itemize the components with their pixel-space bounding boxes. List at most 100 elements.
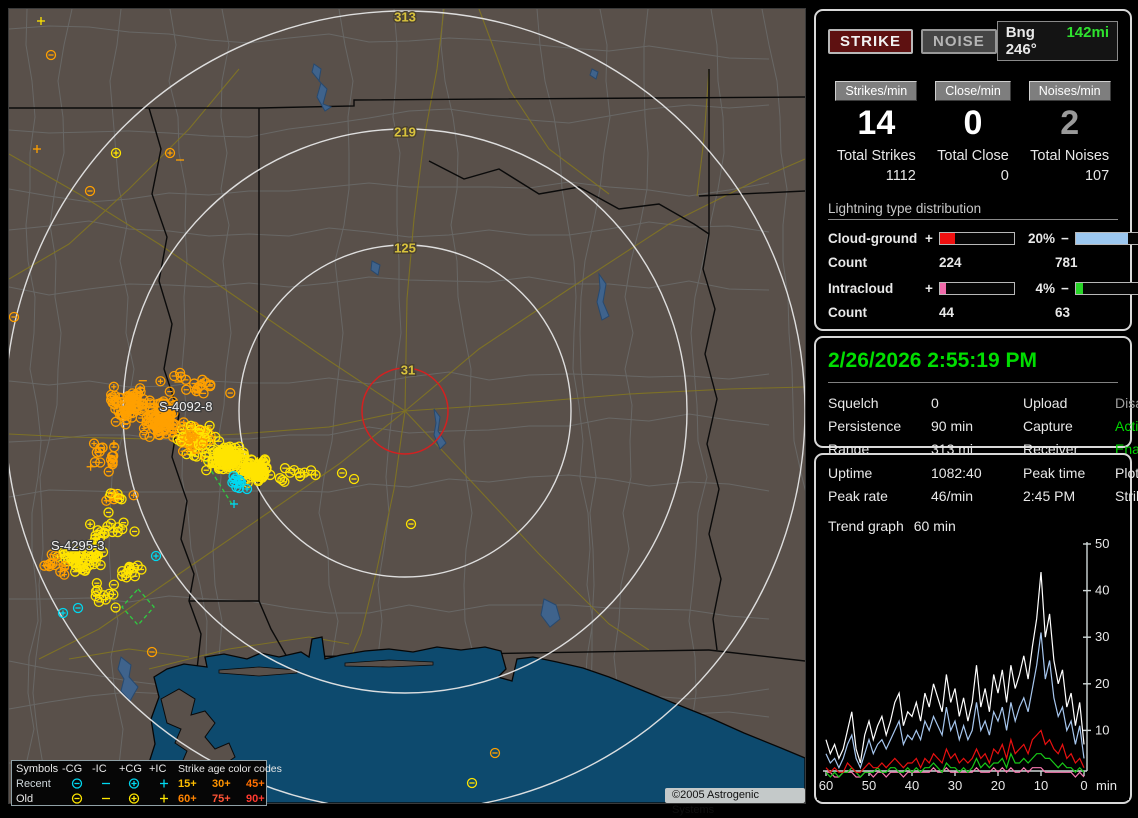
close-per-min-value: 0 (925, 103, 1022, 144)
cg-plus-count: 224 (939, 255, 1055, 270)
cg-plus-pct: 20% (1015, 231, 1061, 246)
cg-minus-count: 781 (1055, 255, 1118, 270)
peak-rate-value: 46/min (931, 488, 1023, 504)
peak-rate-label: Peak rate (828, 488, 931, 504)
strike-stats-box: STRIKE NOISE Bng 246° 142mi Strikes/min … (814, 9, 1132, 331)
minus-icon (92, 777, 119, 790)
noise-toggle-button[interactable]: NOISE (921, 29, 997, 54)
total-strikes: Total Strikes 1112 (837, 148, 916, 184)
capture-label: Capture (1023, 418, 1115, 434)
circle-plus-icon (119, 792, 149, 805)
svg-text:10: 10 (1034, 778, 1048, 793)
cloud-ground-row: Cloud-ground + 20% − 70% (828, 231, 1118, 246)
intracloud-row: Intracloud + 4% − 6% (828, 281, 1118, 296)
count-label: Count (828, 305, 939, 320)
legend-col-pos-cg: +CG (119, 763, 149, 775)
circle-plus-icon (119, 777, 149, 790)
uptime-label: Uptime (828, 465, 931, 481)
map-canvas[interactable]: 31321912531S-4092-8S-4295-3 (9, 9, 805, 803)
uptime-grid: Uptime 1082:40 Peak time Plot Peak rate … (828, 465, 1118, 504)
persistence-label: Persistence (828, 418, 931, 434)
age-code-30: 30+ (212, 778, 246, 790)
age-code-45: 45+ (246, 778, 280, 790)
plus-icon (149, 777, 178, 790)
total-noises-label: Total Noises (1030, 148, 1109, 164)
total-noises: Total Noises 107 (1030, 148, 1109, 184)
circle-minus-icon (62, 777, 92, 790)
cg-plus-bar (939, 232, 1015, 245)
noises-per-min-group: Noises/min 2 (1021, 81, 1118, 144)
bearing-value: Bng 246° (1006, 24, 1053, 58)
app-window: { "map": { "land_color": "#59504a", "wat… (0, 0, 1138, 812)
plot-label: Plot (1115, 465, 1138, 481)
svg-text:40: 40 (1095, 583, 1109, 598)
peak-time-value: 2:45 PM (1023, 488, 1115, 504)
distribution-title: Lightning type distribution (828, 201, 1118, 220)
receiver-status-grid: Squelch 0 Upload Disabled Persistence 90… (828, 395, 1118, 457)
strikes-per-min-value: 14 (828, 103, 925, 144)
count-label: Count (828, 255, 939, 270)
capture-value: Active (1115, 418, 1138, 434)
minus-sign: − (1061, 281, 1075, 296)
close-per-min-chip[interactable]: Close/min (935, 81, 1011, 101)
strike-symbol (73, 779, 82, 788)
svg-text:30: 30 (948, 778, 962, 793)
strike-symbol (160, 795, 168, 803)
trend-graph-row: Trend graph 60 min (828, 518, 1118, 534)
minus-icon (92, 792, 119, 805)
datetime-display: 2/26/2026 2:55:19 PM (828, 342, 1118, 383)
legend-row-recent-label: Recent (16, 778, 62, 790)
svg-text:30: 30 (1095, 629, 1109, 644)
age-code-75: 75+ (212, 793, 246, 805)
bearing-distance: 142mi (1066, 24, 1109, 58)
strike-symbol (130, 794, 139, 803)
noises-per-min-value: 2 (1021, 103, 1118, 144)
squelch-label: Squelch (828, 395, 931, 411)
svg-text:60: 60 (819, 778, 833, 793)
range-ring-label: 219 (394, 124, 416, 139)
plus-sign: + (925, 281, 939, 296)
legend-age-header: Strike age color codes (178, 763, 280, 775)
plus-sign: + (925, 231, 939, 246)
strike-toggle-button[interactable]: STRIKE (828, 29, 913, 54)
trend-chart: 50403020106050403020100min (817, 538, 1129, 800)
trend-graph-label: Trend graph (828, 518, 904, 534)
svg-text:20: 20 (991, 778, 1005, 793)
minus-sign: − (1061, 231, 1075, 246)
plus-icon (149, 792, 178, 805)
uptime-value: 1082:40 (931, 465, 1023, 481)
strike-symbol (160, 780, 168, 788)
age-code-15: 15+ (178, 778, 212, 790)
legend-col-neg-ic: -IC (92, 763, 119, 775)
age-code-90: 90+ (246, 793, 280, 805)
total-noises-value: 107 (1030, 168, 1109, 184)
upload-label: Upload (1023, 395, 1115, 411)
strike-symbol (73, 794, 82, 803)
total-close-label: Total Close (937, 148, 1009, 164)
legend-col-neg-cg: -CG (62, 763, 92, 775)
total-close: Total Close 0 (937, 148, 1009, 184)
legend-symbols-header: Symbols (16, 763, 62, 775)
status-box: 2/26/2026 2:55:19 PM Squelch 0 Upload Di… (814, 336, 1132, 448)
storm-cell-label: S-4295-3 (51, 538, 104, 553)
total-strikes-value: 1112 (837, 168, 916, 184)
peak-time-label: Peak time (1023, 465, 1115, 481)
copyright-text: ©2005 Astrogenic Systems (665, 788, 805, 803)
svg-text:40: 40 (905, 778, 919, 793)
noises-per-min-chip[interactable]: Noises/min (1029, 81, 1111, 101)
persistence-value: 90 min (931, 418, 1023, 434)
ic-plus-bar (939, 282, 1015, 295)
strikes-per-min-chip[interactable]: Strikes/min (835, 81, 917, 101)
svg-text:50: 50 (862, 778, 876, 793)
age-code-60: 60+ (178, 793, 212, 805)
range-ring-label: 125 (394, 240, 416, 255)
intracloud-count-row: Count 44 63 (828, 305, 1118, 320)
cg-minus-bar (1075, 232, 1138, 245)
svg-text:0: 0 (1080, 778, 1087, 793)
ic-minus-bar (1075, 282, 1138, 295)
ic-plus-pct: 4% (1015, 281, 1061, 296)
ic-plus-count: 44 (939, 305, 1055, 320)
svg-text:min: min (1096, 778, 1117, 793)
close-per-min-group: Close/min 0 (925, 81, 1022, 144)
cloud-ground-count-row: Count 224 781 (828, 255, 1118, 270)
